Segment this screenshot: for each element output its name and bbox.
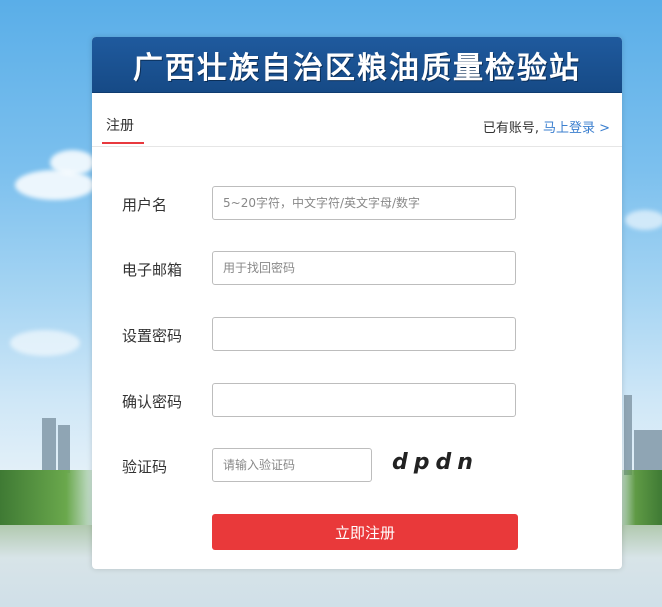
login-link[interactable]: 马上登录 > [543, 121, 610, 136]
captcha-image[interactable]: dpdn [392, 450, 479, 475]
banner-title: 广西壮族自治区粮油质量检验站 [133, 50, 581, 86]
tab-active-underline [102, 142, 144, 144]
email-row: 电子邮箱 [92, 251, 622, 287]
username-label: 用户名 [122, 196, 168, 214]
tab-bar: 注册 已有账号, 马上登录 > [92, 93, 622, 147]
register-button[interactable]: 立即注册 [212, 514, 518, 550]
captcha-input[interactable] [212, 448, 372, 482]
username-row: 用户名 [92, 186, 622, 222]
login-hint-text: 已有账号, [482, 121, 539, 136]
confirm-password-row: 确认密码 [92, 383, 622, 419]
password-input[interactable] [212, 317, 516, 351]
email-label: 电子邮箱 [122, 261, 183, 279]
header-banner: 广西壮族自治区粮油质量检验站 [92, 37, 622, 93]
building-decoration [634, 430, 662, 475]
tab-register[interactable]: 注册 [106, 115, 134, 135]
username-input[interactable] [212, 186, 516, 220]
login-prompt: 已有账号, 马上登录 > [483, 117, 610, 136]
cloud-decoration [50, 150, 95, 175]
captcha-label: 验证码 [122, 458, 168, 476]
register-card: 广西壮族自治区粮油质量检验站 注册 已有账号, 马上登录 > 用户名 电子邮箱 设… [92, 37, 622, 569]
password-row: 设置密码 [92, 317, 622, 353]
captcha-row: 验证码 dpdn [92, 448, 622, 484]
building-decoration [58, 425, 70, 473]
cloud-decoration [10, 330, 80, 356]
password-label: 设置密码 [122, 327, 183, 345]
confirm-password-input[interactable] [212, 383, 516, 417]
cloud-decoration [625, 210, 662, 230]
email-input[interactable] [212, 251, 516, 285]
building-decoration [42, 418, 56, 473]
confirm-password-label: 确认密码 [122, 393, 183, 411]
building-decoration [624, 395, 632, 475]
cloud-decoration [15, 170, 95, 200]
